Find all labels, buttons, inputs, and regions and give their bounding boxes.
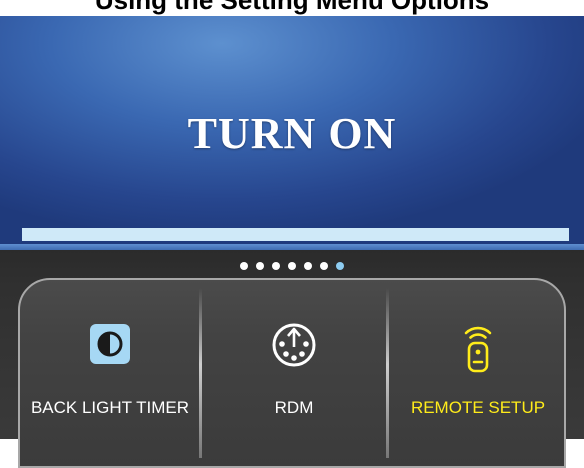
dmx-connector-icon [271, 322, 317, 373]
page-dot[interactable] [272, 262, 280, 270]
header-title: Using the Setting Menu Options [94, 0, 490, 15]
header-strip: Using the Setting Menu Options [0, 0, 584, 16]
page-indicator [0, 262, 584, 270]
page-dot[interactable] [320, 262, 328, 270]
menu-item-label: REMOTE SETUP [410, 398, 546, 417]
menu-item-label: BACK LIGHT TIMER [30, 398, 190, 417]
page-dot[interactable] [240, 262, 248, 270]
page-dot[interactable] [256, 262, 264, 270]
progress-fill [22, 228, 570, 241]
contrast-icon [88, 322, 132, 371]
menu-item-back-light-timer[interactable]: BACK LIGHT TIMER [20, 280, 200, 440]
page-dot[interactable] [288, 262, 296, 270]
display-screen: TURN ON [0, 16, 584, 246]
menu-item-label: RDM [274, 398, 314, 417]
remote-control-icon [458, 322, 498, 379]
menu-item-remote-setup[interactable]: REMOTE SETUP [388, 280, 568, 440]
screen-title: TURN ON [187, 109, 397, 158]
menu-card: BACK LIGHT TIMER RDM REMOTE SETUP [18, 278, 566, 468]
menu-item-rdm[interactable]: RDM [202, 280, 386, 440]
menu-panel: BACK LIGHT TIMER RDM REMOTE SETUP [0, 250, 584, 468]
page-dot-active[interactable] [336, 262, 344, 270]
progress-bar [22, 228, 570, 241]
page-dot[interactable] [304, 262, 312, 270]
